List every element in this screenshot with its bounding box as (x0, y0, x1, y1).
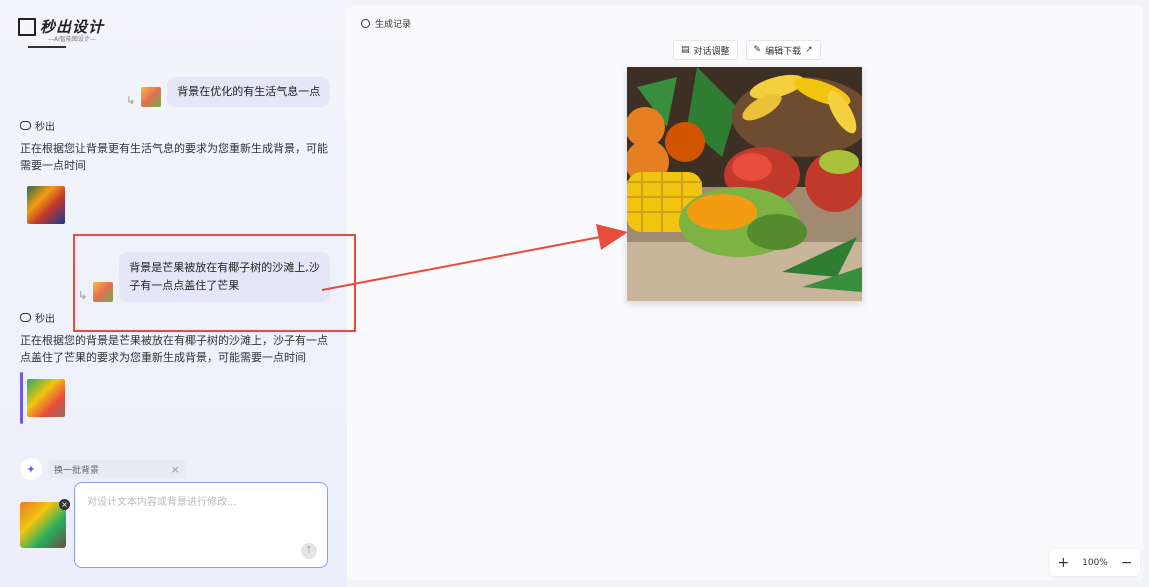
mango-scene-illustration (627, 67, 862, 301)
message-input[interactable] (87, 493, 315, 541)
suggestion-chip[interactable]: 换一批背景 × (48, 460, 186, 478)
generated-image-thumbnail[interactable] (27, 379, 65, 417)
preview-panel: 生成记录 ▤ 对话调整 ✎ 编辑下载 ↗ (347, 6, 1143, 580)
zoom-in-button[interactable]: + (1055, 555, 1071, 571)
close-icon[interactable]: × (171, 463, 180, 476)
chat-edit-icon: ▤ (681, 45, 690, 55)
suggestion-label: 换一批背景 (54, 465, 100, 476)
user-message-thumbnail (141, 87, 162, 107)
app-logo: 秒出设计 —AI智能图设计— (18, 16, 104, 43)
annotation-highlight-box (73, 234, 356, 332)
zoom-out-button[interactable]: − (1119, 555, 1135, 571)
send-button[interactable]: ↑ (301, 543, 317, 559)
edit-download-label: 编辑下载 (765, 46, 802, 57)
zoom-level: 100% (1082, 557, 1108, 568)
bot-avatar-icon (20, 121, 31, 130)
history-label: 生成记录 (375, 20, 412, 30)
zoom-control: + 100% − (1050, 549, 1140, 576)
dialog-adjust-button[interactable]: ▤ 对话调整 (673, 40, 738, 60)
bot-label: 秒出 (20, 310, 55, 325)
message-input-box: ↑ (74, 482, 328, 568)
bot-label: 秒出 (20, 118, 55, 133)
history-button[interactable]: 生成记录 (361, 17, 411, 30)
suggestion-row: ✦ 换一批背景 × (20, 458, 186, 480)
user-message-bubble: 背景在优化的有生活气息一点 (167, 77, 331, 107)
bot-message-text: 正在根据您让背景更有生活气息的要求为您重新生成背景，可能需要一点时间 (20, 142, 328, 172)
user-message: ↳ 背景在优化的有生活气息一点 (126, 77, 331, 107)
generated-mango-image (627, 67, 862, 301)
bot-avatar-icon (20, 313, 31, 322)
external-link-icon: ↗ (805, 45, 813, 55)
image-toolbar: ▤ 对话调整 ✎ 编辑下载 ↗ (673, 40, 821, 60)
edit-download-button[interactable]: ✎ 编辑下载 ↗ (745, 40, 821, 60)
bot-name: 秒出 (35, 122, 55, 133)
remove-attachment-icon[interactable]: × (59, 499, 70, 510)
logo-mark-icon (18, 17, 36, 36)
reply-arrow-icon: ↳ (126, 94, 136, 107)
attached-image-thumbnail (20, 502, 66, 548)
logo-tagline: —AI智能图设计— (48, 36, 96, 43)
generated-image-thumbnail[interactable] (27, 186, 65, 224)
selected-indicator (20, 372, 23, 424)
bot-name: 秒出 (35, 314, 55, 325)
bot-message-text: 正在根据您的背景是芒果被放在有椰子树的沙滩上，沙子有一点点盖住了芒果的要求为您重… (20, 334, 328, 364)
clock-icon (361, 19, 370, 28)
edit-icon: ✎ (753, 45, 762, 55)
logo-underline (28, 46, 66, 48)
sparkle-icon: ✦ (20, 458, 42, 480)
dialog-adjust-label: 对话调整 (693, 46, 730, 57)
